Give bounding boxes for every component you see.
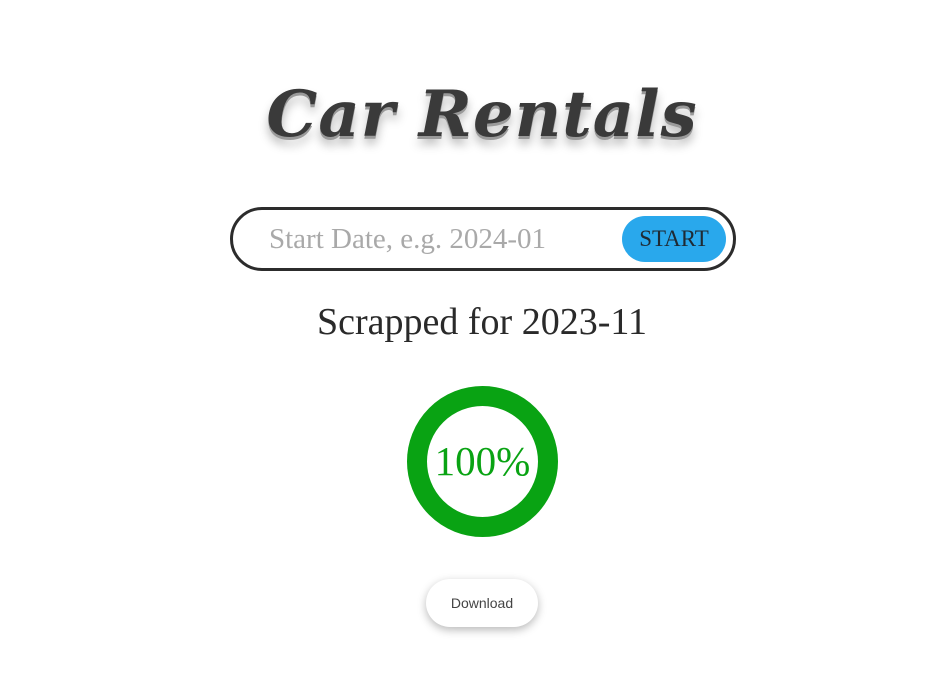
app-title: Car Rentals [266, 77, 698, 152]
search-bar: START [230, 207, 736, 271]
download-button[interactable]: Download [426, 579, 538, 627]
progress-indicator: 100% [407, 386, 558, 537]
status-text: Scrapped for 2023-11 [317, 301, 647, 343]
progress-percentage: 100% [434, 438, 531, 484]
start-date-input[interactable] [269, 218, 609, 260]
start-button[interactable]: START [622, 216, 726, 262]
